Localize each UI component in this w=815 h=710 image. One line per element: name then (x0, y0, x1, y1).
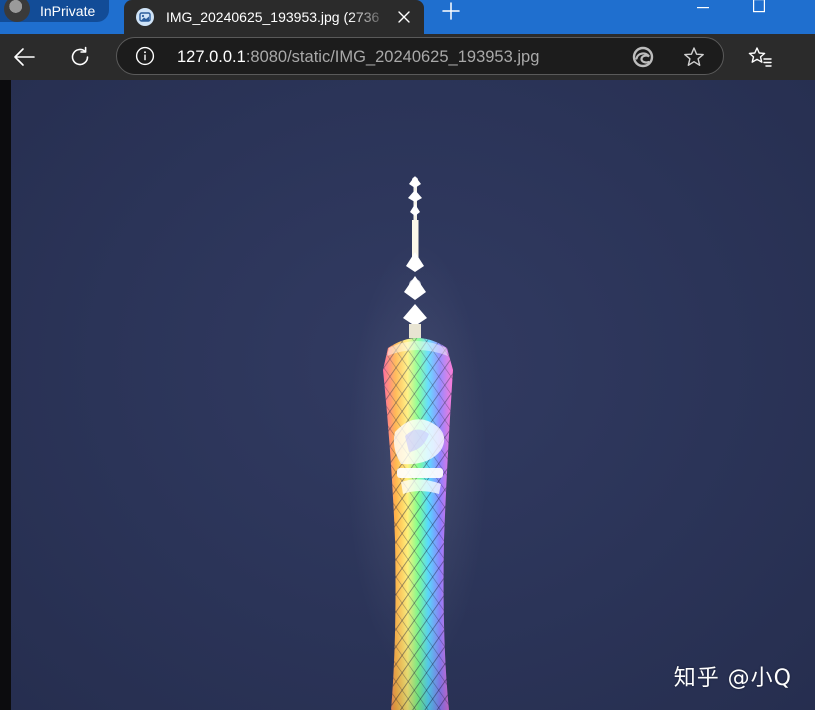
inprivate-button[interactable]: InPrivate (0, 0, 110, 22)
site-info-button[interactable] (135, 46, 155, 66)
maximize-icon (753, 0, 765, 13)
tab-active[interactable]: IMG_20240625_193953.jpg (2736 (124, 0, 424, 34)
new-tab-button[interactable] (436, 0, 466, 22)
browser-window: InPrivate IMG_20240625_193953.jpg (2736 (0, 0, 815, 710)
info-icon (135, 46, 155, 66)
navigation-toolbar: 127.0.0.1:8080/static/IMG_20240625_19395… (0, 34, 815, 80)
plus-icon (442, 2, 460, 20)
minimize-icon (697, 7, 709, 9)
url-host: 127.0.0.1 (177, 48, 246, 66)
minimize-button[interactable] (680, 0, 726, 16)
inprivate-label: InPrivate (40, 3, 96, 19)
add-favorite-button[interactable] (682, 45, 706, 69)
profile-avatar-icon (4, 0, 30, 22)
edge-logo-icon (632, 46, 654, 68)
tower-illustration (347, 176, 487, 710)
back-button[interactable] (8, 41, 40, 73)
tab-strip: InPrivate IMG_20240625_193953.jpg (2736 (0, 0, 815, 34)
favorites-button[interactable] (744, 41, 776, 73)
refresh-icon (71, 46, 89, 66)
address-bar[interactable]: 127.0.0.1:8080/static/IMG_20240625_19395… (116, 37, 724, 75)
page-content: 知乎 @小Q (0, 80, 815, 710)
maximize-button[interactable] (736, 0, 782, 14)
refresh-button[interactable] (64, 41, 96, 73)
photo-canton-tower-night: 知乎 @小Q (11, 80, 815, 710)
zhihu-watermark: 知乎 @小Q (673, 666, 792, 691)
image-favicon-icon (136, 8, 154, 26)
browser-essentials-button[interactable] (631, 45, 655, 69)
favorites-icon (748, 47, 772, 67)
url-path: :8080/static/IMG_20240625_193953.jpg (245, 48, 540, 66)
star-icon (684, 47, 704, 66)
url-text[interactable]: 127.0.0.1:8080/static/IMG_20240625_19395… (177, 48, 539, 67)
back-arrow-icon (14, 48, 35, 66)
close-tab-icon[interactable] (390, 3, 418, 31)
tab-title: IMG_20240625_193953.jpg (2736 (166, 9, 380, 25)
